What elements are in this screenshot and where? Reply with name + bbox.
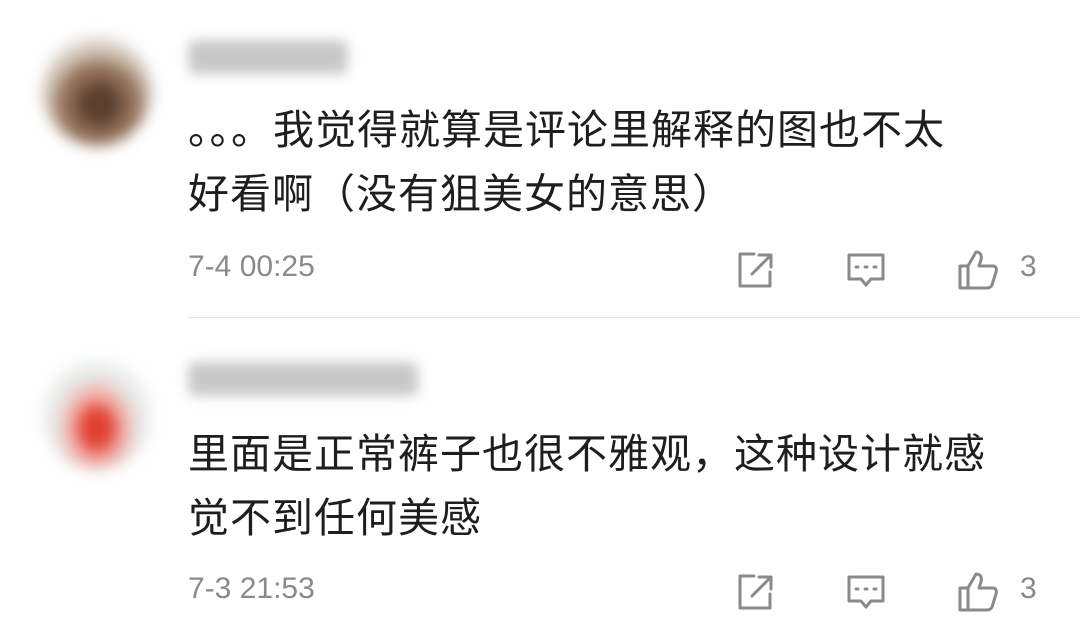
comment-text-line: 里面是正常裤子也很不雅观，这种设计就感 xyxy=(188,430,986,478)
share-button[interactable] xyxy=(732,570,776,614)
comment-meta: 7-3 21:53 3 xyxy=(188,568,1058,616)
username[interactable] xyxy=(188,362,418,396)
comment-text: 里面是正常裤子也很不雅观，这种设计就感 觉不到任何美感 xyxy=(188,422,1058,550)
like-count: 3 xyxy=(1020,572,1037,605)
comment-meta: 7-4 00:25 3 xyxy=(188,246,1058,294)
comment-icon xyxy=(847,253,885,287)
like-button[interactable]: 3 xyxy=(956,570,1046,614)
share-icon xyxy=(738,574,773,610)
thumbs-up-icon xyxy=(958,250,998,290)
share-button[interactable] xyxy=(732,248,776,292)
thumbs-up-icon xyxy=(958,572,998,612)
comment-text-line: 。。。我觉得就算是评论里解释的图也不太 xyxy=(188,106,945,154)
reply-button[interactable] xyxy=(844,248,888,292)
comment-text: 。。。我觉得就算是评论里解释的图也不太 好看啊（没有狙美女的意思） xyxy=(188,98,1058,226)
comment-icon xyxy=(847,575,885,609)
comment-item: 。。。我觉得就算是评论里解释的图也不太 好看啊（没有狙美女的意思） 7-4 00… xyxy=(0,0,1080,318)
timestamp: 7-3 21:53 xyxy=(188,572,315,605)
username[interactable] xyxy=(188,40,348,74)
like-count: 3 xyxy=(1020,250,1037,283)
comment-text-line: 好看啊（没有狙美女的意思） xyxy=(188,170,734,218)
share-icon xyxy=(738,252,773,288)
timestamp: 7-4 00:25 xyxy=(188,250,315,283)
like-button[interactable]: 3 xyxy=(956,248,1046,292)
avatar[interactable] xyxy=(42,360,152,470)
reply-button[interactable] xyxy=(844,570,888,614)
avatar[interactable] xyxy=(42,36,152,146)
comment-item: 里面是正常裤子也很不雅观，这种设计就感 觉不到任何美感 7-3 21:53 3 xyxy=(0,318,1080,626)
comment-text-line: 觉不到任何美感 xyxy=(188,494,482,542)
